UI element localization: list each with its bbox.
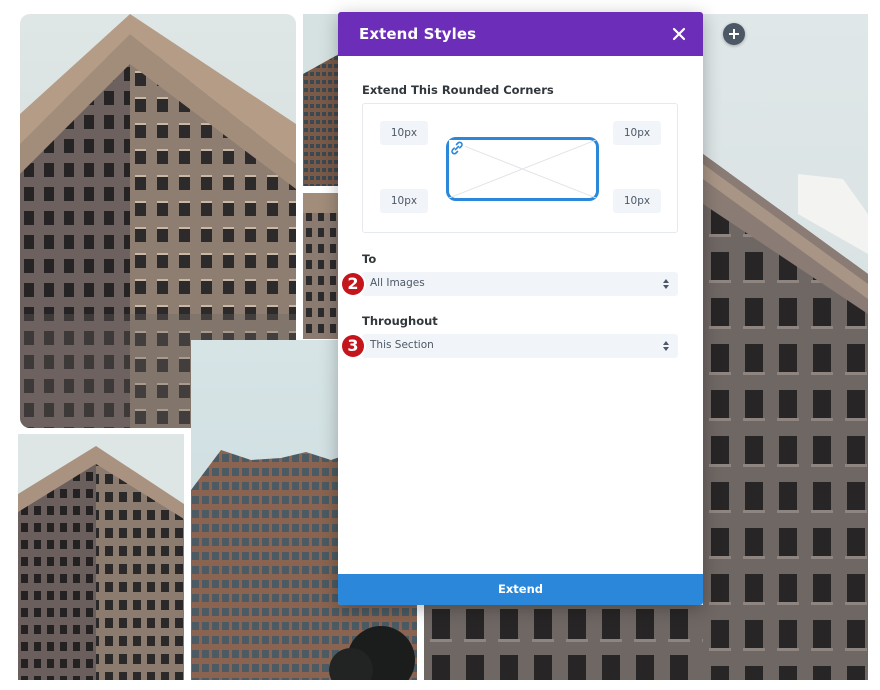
to-select[interactable]: All Images [362, 272, 678, 296]
building-photo [424, 605, 703, 680]
add-row-button[interactable] [723, 23, 745, 45]
extend-label: Extend This Rounded Corners [362, 83, 554, 97]
step-badge-2: 2 [342, 273, 364, 295]
gallery-image-building-3[interactable] [303, 193, 339, 339]
throughout-label: Throughout [362, 314, 438, 328]
close-button[interactable] [667, 22, 691, 46]
rounded-corners-control: 10px 10px 10px 10px [362, 103, 678, 233]
link-icon[interactable] [449, 140, 465, 156]
modal-header: Extend Styles [338, 12, 703, 56]
throughout-select[interactable]: This Section [362, 334, 678, 358]
preview-cross-lines [449, 140, 596, 198]
updown-arrows-icon [663, 279, 669, 289]
building-photo [703, 14, 868, 680]
corner-bottom-right-input[interactable]: 10px [613, 189, 661, 213]
updown-arrows-icon [663, 341, 669, 351]
building-photo [18, 434, 184, 680]
corner-top-left-input[interactable]: 10px [380, 121, 428, 145]
building-photo [303, 193, 339, 339]
corner-link-preview[interactable] [446, 137, 599, 201]
step-badge-3: 3 [342, 335, 364, 357]
gallery-image-building-7[interactable] [424, 605, 703, 680]
close-icon [672, 27, 686, 41]
corner-top-right-input[interactable]: 10px [613, 121, 661, 145]
modal-title: Extend Styles [359, 25, 477, 43]
plus-icon [729, 29, 739, 39]
gallery-image-building-4[interactable] [703, 14, 868, 680]
to-label: To [362, 252, 377, 266]
throughout-select-value: This Section [370, 339, 434, 351]
extend-styles-modal: Extend Styles Extend This Rounded Corner… [338, 12, 703, 605]
building-photo [303, 14, 339, 186]
gallery-image-building-5[interactable] [18, 434, 184, 680]
corner-bottom-left-input[interactable]: 10px [380, 189, 428, 213]
extend-button[interactable]: Extend [338, 574, 703, 605]
to-select-value: All Images [370, 277, 425, 289]
gallery-image-building-2[interactable] [303, 14, 339, 186]
